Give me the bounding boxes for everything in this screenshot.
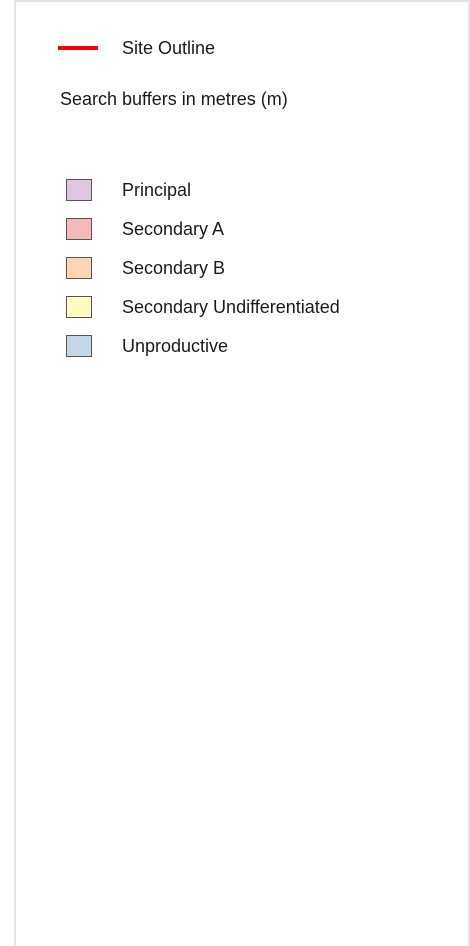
legend-item-label: Unproductive [122, 335, 229, 356]
secondary-b-swatch-icon [66, 257, 92, 279]
legend-item-label: Principal [122, 179, 192, 200]
legend-item-label: Secondary Undifferentiated [122, 296, 340, 317]
legend-item-secondary-a: Secondary A [64, 215, 340, 243]
site-outline-line-icon [58, 46, 98, 50]
secondary-a-swatch-icon [66, 218, 92, 240]
unproductive-swatch-icon [66, 335, 92, 357]
principal-swatch-icon [66, 179, 92, 201]
site-outline-row: Site Outline [58, 37, 215, 59]
site-outline-label: Site Outline [122, 38, 216, 58]
legend-item-label: Secondary B [122, 257, 226, 278]
legend-item-unproductive: Unproductive [64, 332, 340, 360]
legend-item-label: Secondary A [122, 218, 225, 239]
legend-page: Site Outline Search buffers in metres (m… [0, 0, 470, 946]
legend-item-principal: Principal [64, 176, 340, 204]
legend-item-secondary-b: Secondary B [64, 254, 340, 282]
legend-panel: Site Outline Search buffers in metres (m… [14, 0, 470, 946]
aquifer-legend-list: Principal Secondary A Secondary B Second… [64, 176, 340, 371]
secondary-undifferentiated-swatch-icon [66, 296, 92, 318]
legend-item-secondary-undifferentiated: Secondary Undifferentiated [64, 293, 340, 321]
search-buffers-title: Search buffers in metres (m) [60, 89, 288, 109]
